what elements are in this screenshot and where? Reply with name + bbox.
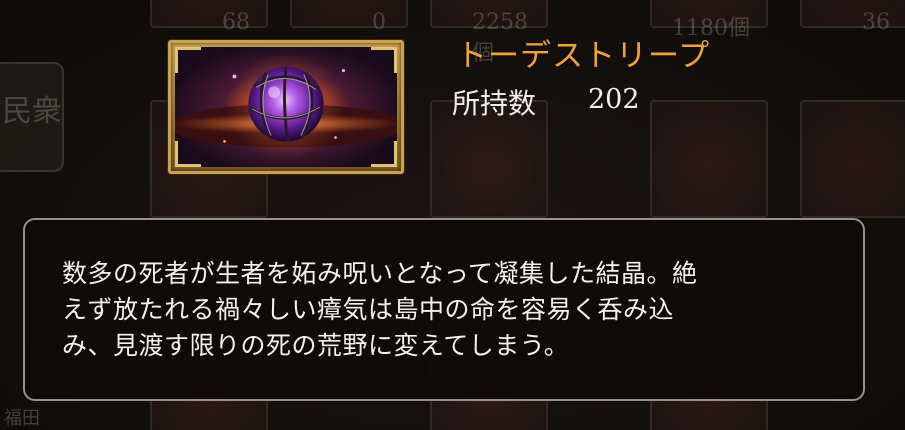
item-detail-screen: 68個 0個 2258個 1180個 36 民衆 福田 [0,0,905,430]
description-line: えず放たれる禍々しい瘴気は島中の命を容易く呑み込 [62,295,675,324]
owned-count-value: 202 [588,84,640,115]
item-description-panel: 数多の死者が生者を妬み呪いとなって凝集した結晶。絶 えず放たれる禍々しい瘴気は島… [23,218,865,401]
frame-corner-ornament [371,141,397,167]
frame-corner-ornament [371,47,397,73]
inventory-slot: 68個 [150,0,268,66]
inventory-slot: 36 [800,0,905,35]
inventory-count: 36 [862,10,890,35]
description-line: 数多の死者が生者を妬み呪いとなって凝集した結晶。絶 [62,259,698,288]
owned-count-label: 所持数 [452,87,537,120]
purple-orb-crystal-icon [175,47,397,167]
inventory-slot [650,100,768,218]
inventory-slot: 1180個 [650,0,768,41]
category-tab: 民衆 [0,62,64,172]
description-line: み、見渡す限りの死の荒野に変えてしまう。 [62,331,570,360]
inventory-slot [800,100,905,218]
item-icon-frame [168,40,404,174]
item-name: トーデストリープ [456,38,711,74]
frame-corner-ornament [175,141,201,167]
footer-label: 福田 [4,408,40,429]
inventory-slot: 2258個 [430,0,548,66]
frame-corner-ornament [175,47,201,73]
inventory-slot: 0個 [290,0,408,66]
